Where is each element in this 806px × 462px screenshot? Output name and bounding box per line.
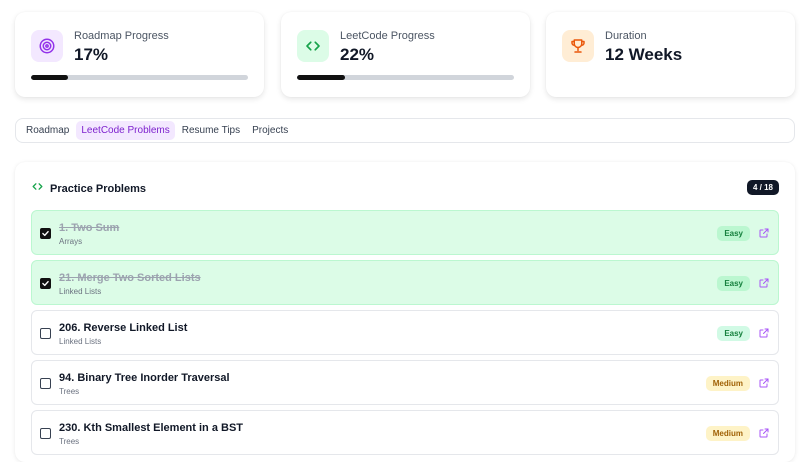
problem-row[interactable]: 21. Merge Two Sorted Lists Linked Lists Ea… [31, 260, 779, 305]
problem-row[interactable]: 1. Two Sum Arrays Easy [31, 210, 779, 255]
problem-topic: Arrays [59, 237, 83, 246]
code-icon [31, 180, 44, 198]
roadmap-progress-value: 17% [74, 45, 109, 64]
external-link-icon[interactable] [758, 426, 770, 438]
problem-row[interactable]: 94. Binary Tree Inorder Traversal Trees Me… [31, 360, 779, 405]
duration-label: Duration [605, 30, 647, 42]
problem-topic: Linked Lists [59, 337, 102, 346]
external-link-icon[interactable] [758, 276, 770, 288]
tab-resume-tips[interactable]: Resume Tips [177, 121, 245, 140]
stats-row: Roadmap Progress 17% LeetCode Progress 2… [0, 0, 806, 110]
problem-checkbox[interactable] [40, 378, 51, 389]
panel-title: Practice Problems [50, 183, 146, 195]
problem-title: 94. Binary Tree Inorder Traversal [59, 372, 230, 384]
problem-title: 230. Kth Smallest Element in a BST [59, 422, 244, 434]
leetcode-progress-fill [297, 75, 345, 80]
external-link-icon[interactable] [758, 326, 770, 338]
problem-topic: Trees [59, 387, 80, 396]
target-icon [31, 30, 63, 62]
practice-problems-panel: Practice Problems 4 / 18 1. Two Sum Array… [15, 162, 795, 462]
tab-bar: Roadmap LeetCode Problems Resume Tips Pr… [15, 118, 795, 143]
problem-topic: Trees [59, 437, 80, 446]
completion-count-badge: 4 / 18 [746, 180, 779, 195]
difficulty-badge: Medium [705, 376, 750, 391]
trophy-icon [562, 30, 594, 62]
problem-row[interactable]: 206. Reverse Linked List Linked Lists Easy [31, 310, 779, 355]
problem-checkbox[interactable] [40, 428, 51, 439]
problem-list: 1. Two Sum Arrays Easy 21. Merge Two Sorted… [31, 210, 779, 460]
panel-header: Practice Problems [31, 180, 146, 198]
problem-row[interactable]: 230. Kth Smallest Element in a BST Trees M… [31, 410, 779, 455]
roadmap-progress-label: Roadmap Progress [74, 30, 169, 42]
problem-checkbox[interactable] [40, 328, 51, 339]
external-link-icon[interactable] [758, 376, 770, 388]
leetcode-progress-value: 22% [340, 45, 375, 64]
roadmap-progress-fill [31, 75, 68, 80]
problem-topic: Linked Lists [59, 287, 102, 296]
problem-title: 1. Two Sum [59, 222, 120, 234]
leetcode-progress-card: LeetCode Progress 22% [281, 12, 530, 97]
leetcode-progress-bar [297, 75, 514, 80]
duration-card: Duration 12 Weeks [546, 12, 795, 97]
difficulty-badge: Medium [705, 426, 750, 441]
tab-roadmap[interactable]: Roadmap [21, 121, 74, 140]
problem-checkbox[interactable] [40, 278, 51, 289]
problem-checkbox[interactable] [40, 228, 51, 239]
tab-projects[interactable]: Projects [247, 121, 293, 140]
difficulty-badge: Easy [717, 326, 750, 341]
problem-title: 21. Merge Two Sorted Lists [59, 272, 201, 284]
duration-value: 12 Weeks [605, 45, 683, 64]
difficulty-badge: Easy [717, 226, 750, 241]
roadmap-progress-card: Roadmap Progress 17% [15, 12, 264, 97]
leetcode-progress-label: LeetCode Progress [340, 30, 435, 42]
code-icon [297, 30, 329, 62]
problem-title: 206. Reverse Linked List [59, 322, 188, 334]
difficulty-badge: Easy [717, 276, 750, 291]
tab-leetcode-problems[interactable]: LeetCode Problems [76, 121, 175, 140]
external-link-icon[interactable] [758, 226, 770, 238]
roadmap-progress-bar [31, 75, 248, 80]
